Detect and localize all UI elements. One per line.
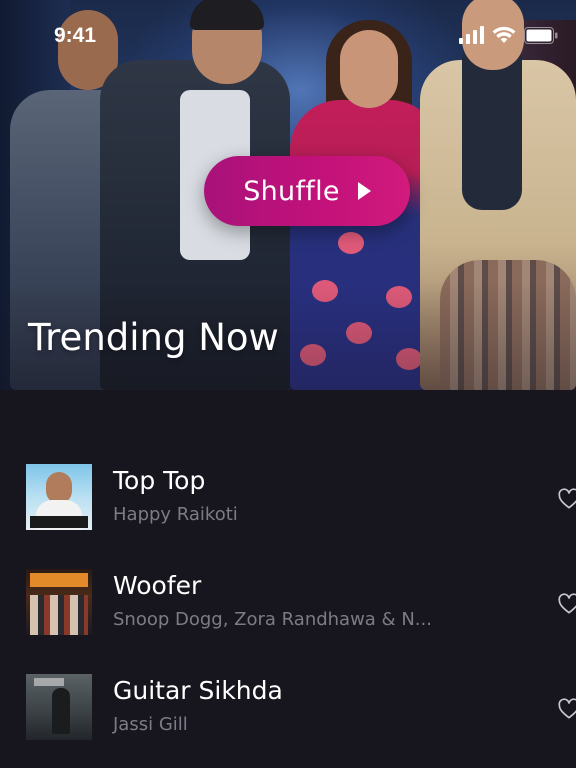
heart-icon[interactable]: [558, 488, 576, 510]
shuffle-button-label: Shuffle: [243, 175, 340, 207]
heart-icon[interactable]: [558, 698, 576, 720]
battery-icon: [524, 27, 558, 44]
status-icons: [459, 26, 558, 44]
album-art: [26, 569, 92, 635]
cellular-signal-icon: [459, 26, 484, 44]
track-artist: Snoop Dogg, Zora Randhawa & N...: [113, 609, 432, 630]
track-artist: Jassi Gill: [113, 714, 188, 735]
track-row[interactable]: Woofer Snoop Dogg, Zora Randhawa & N...: [0, 557, 576, 637]
track-row[interactable]: Top Top Happy Raikoti: [0, 452, 576, 532]
track-title: Woofer: [113, 571, 202, 600]
track-title: Top Top: [113, 466, 206, 495]
shuffle-button[interactable]: Shuffle: [204, 156, 410, 226]
wifi-icon: [492, 26, 516, 44]
heart-icon[interactable]: [558, 593, 576, 615]
status-bar: 9:41: [0, 0, 576, 66]
status-time: 9:41: [54, 24, 97, 47]
section-title: Trending Now: [28, 316, 279, 359]
play-icon: [357, 182, 371, 200]
album-art: [26, 464, 92, 530]
album-art: [26, 674, 92, 740]
track-title: Guitar Sikhda: [113, 676, 283, 705]
track-row[interactable]: Guitar Sikhda Jassi Gill: [0, 662, 576, 742]
track-artist: Happy Raikoti: [113, 504, 238, 525]
